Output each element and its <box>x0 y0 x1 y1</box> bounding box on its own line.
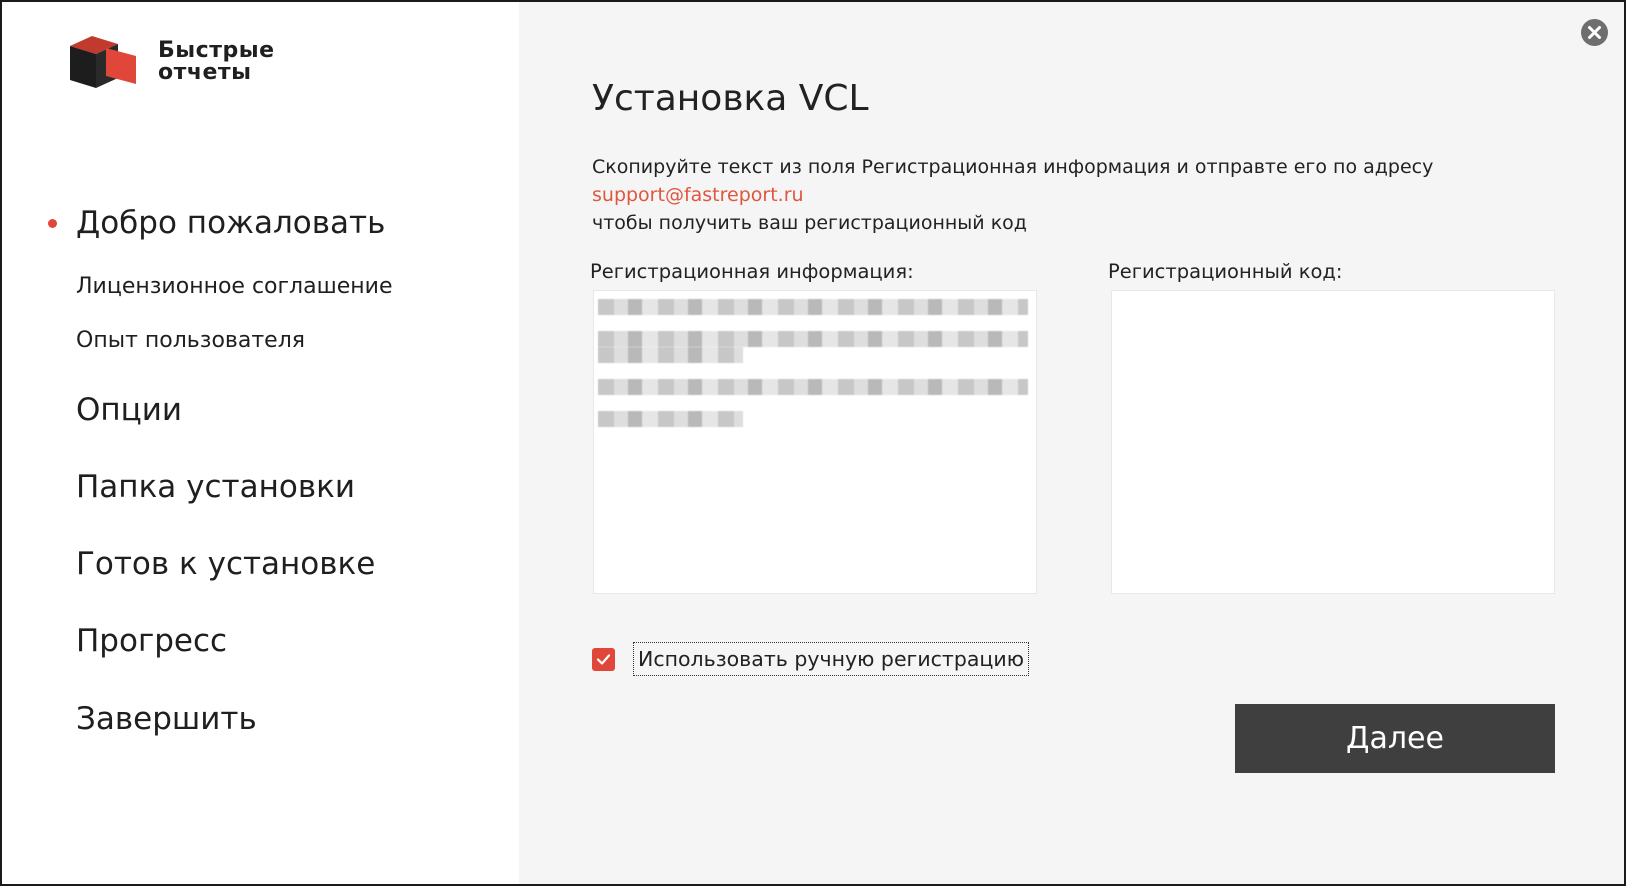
sidebar-item-ready[interactable]: Готов к установке <box>76 546 375 582</box>
logo-text: Быстрые отчеты <box>158 40 275 84</box>
sidebar: Быстрые отчеты Добро пожаловать Лицензио… <box>2 2 519 884</box>
manual-registration-label[interactable]: Использовать ручную регистрацию <box>633 642 1029 676</box>
sidebar-item-progress[interactable]: Прогресс <box>76 623 227 659</box>
sidebar-item-install-folder[interactable]: Папка установки <box>76 469 355 505</box>
reg-info-textarea[interactable] <box>593 290 1037 594</box>
support-email-link[interactable]: support@fastreport.ru <box>592 184 804 206</box>
reg-code-label: Регистрационный код: <box>1108 260 1343 283</box>
active-step-indicator <box>48 219 57 228</box>
logo-line2: отчеты <box>158 60 252 85</box>
close-button[interactable] <box>1581 19 1608 46</box>
checkmark-icon <box>596 654 611 665</box>
logo-line1: Быстрые <box>158 38 275 63</box>
next-button[interactable]: Далее <box>1235 704 1555 773</box>
instructions-line1: Скопируйте текст из поля Регистрационная… <box>592 156 1434 178</box>
redacted-text-line <box>598 299 1028 315</box>
sidebar-item-license[interactable]: Лицензионное соглашение <box>76 274 393 299</box>
reg-code-textarea[interactable] <box>1111 290 1555 594</box>
sidebar-item-options[interactable]: Опции <box>76 392 182 428</box>
sidebar-item-welcome[interactable]: Добро пожаловать <box>76 205 385 241</box>
reg-info-label: Регистрационная информация: <box>590 260 914 283</box>
manual-registration-checkbox[interactable] <box>592 648 615 671</box>
installer-window: Быстрые отчеты Добро пожаловать Лицензио… <box>0 0 1626 886</box>
redacted-text-line <box>598 379 1028 395</box>
cube-logo-icon <box>70 36 136 88</box>
instructions-line3: чтобы получить ваш регистрационный код <box>592 212 1027 234</box>
sidebar-item-finish[interactable]: Завершить <box>76 701 257 737</box>
redacted-text-line <box>598 331 1028 347</box>
sidebar-item-user-experience[interactable]: Опыт пользователя <box>76 328 305 353</box>
redacted-text-line <box>598 347 743 363</box>
logo: Быстрые отчеты <box>70 32 350 94</box>
redacted-text-line <box>598 411 743 427</box>
page-title: Установка VCL <box>592 78 869 119</box>
close-icon <box>1588 26 1601 39</box>
